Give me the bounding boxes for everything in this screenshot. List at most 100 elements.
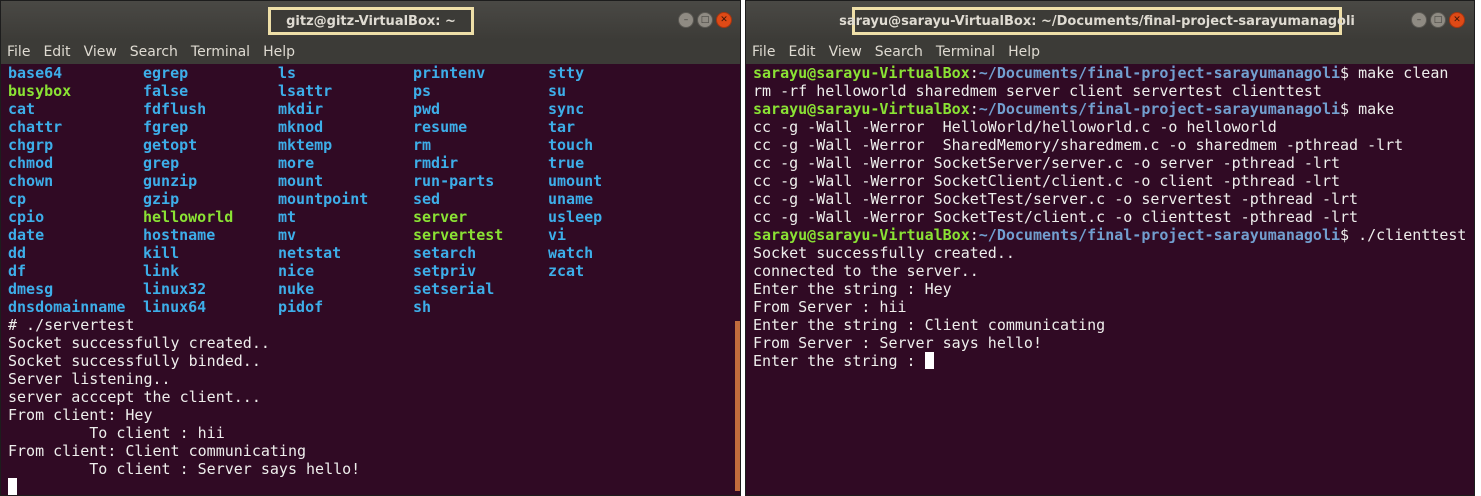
title-bar[interactable]: gitz@gitz-VirtualBox: ~ – □ ✕ [1, 1, 740, 40]
ls-entry: vi [548, 226, 567, 244]
terminal-line: cc -g -Wall -Werror SocketTest/client.c … [753, 208, 1359, 226]
window-title: gitz@gitz-VirtualBox: ~ [268, 7, 474, 35]
ls-entry: usleep [548, 208, 603, 226]
ls-entry: mountpoint [278, 190, 369, 208]
title-bar[interactable]: sarayu@sarayu-VirtualBox: ~/Documents/fi… [746, 1, 1474, 40]
text-cursor [924, 352, 934, 369]
ls-entry: chown [8, 172, 54, 190]
ls-entry: df [8, 262, 27, 280]
terminal-line: Socket successfully created.. [753, 244, 1015, 262]
terminal-line: server acccept the client... [8, 388, 261, 406]
terminal-line: To client : hii [8, 424, 225, 442]
ls-entry: watch [548, 244, 594, 262]
ls-entry: rm [413, 136, 432, 154]
prompt-separator: : [969, 64, 979, 82]
terminal-line: connected to the server.. [753, 262, 979, 280]
ls-entry: mktemp [278, 136, 333, 154]
maximize-icon[interactable]: □ [1430, 12, 1446, 28]
terminal-line: From client: Hey [8, 406, 153, 424]
terminal-line: cc -g -Wall -Werror SocketTest/server.c … [753, 190, 1359, 208]
minimize-icon[interactable]: – [678, 12, 694, 28]
maximize-icon[interactable]: □ [697, 12, 713, 28]
ls-entry [548, 280, 683, 298]
menu-search[interactable]: Search [875, 44, 923, 60]
ls-entry: grep [143, 154, 180, 172]
scrollbar-thumb[interactable] [735, 321, 740, 491]
ls-entry: netstat [278, 244, 342, 262]
ls-entry: umount [548, 172, 603, 190]
menu-help[interactable]: Help [263, 44, 295, 60]
prompt-user: sarayu@sarayu-VirtualBox [753, 226, 970, 244]
input-line[interactable]: Enter the string : [753, 352, 1474, 370]
command-text: $ make [1340, 100, 1395, 118]
menu-terminal[interactable]: Terminal [191, 44, 250, 60]
minimize-icon[interactable]: – [1411, 12, 1427, 28]
ls-entry: tar [548, 118, 576, 136]
ls-entry: gzip [143, 190, 180, 208]
ls-entry: kill [143, 244, 180, 262]
terminal-line: Socket successfully created.. [8, 334, 270, 352]
prompt-path: ~/Documents/final-project-sarayumanagoli [978, 226, 1341, 244]
menu-view[interactable]: View [829, 44, 862, 60]
prompt-user: sarayu@sarayu-VirtualBox [753, 64, 970, 82]
ls-entry: nice [278, 262, 315, 280]
ls-entry: fdflush [143, 100, 207, 118]
window-controls: – □ ✕ [1411, 12, 1465, 28]
close-icon[interactable]: ✕ [716, 12, 732, 28]
ls-entry: cp [8, 190, 27, 208]
ls-entry: pidof [278, 298, 324, 316]
ls-entry: hostname [143, 226, 216, 244]
menu-edit[interactable]: Edit [43, 44, 70, 60]
terminal-line: Enter the string : Hey [753, 280, 952, 298]
ls-listing: base64 egrep ls printenv stty busybox false lsa… [8, 64, 740, 316]
ls-entry: mv [278, 226, 297, 244]
terminal-output[interactable]: sarayu@sarayu-VirtualBox:~/Documents/fin… [746, 64, 1474, 495]
prompt-line: sarayu@sarayu-VirtualBox:~/Documents/fin… [753, 226, 1474, 244]
ls-entry: date [8, 226, 45, 244]
ls-entry: getopt [143, 136, 198, 154]
ls-entry: more [278, 154, 315, 172]
ls-entry: busybox [8, 82, 72, 100]
ls-entry: dnsdomainname [8, 298, 126, 316]
ls-entry: linux32 [143, 280, 207, 298]
ls-entry: sh [413, 298, 432, 316]
menu-help[interactable]: Help [1008, 44, 1040, 60]
prompt-path: ~/Documents/final-project-sarayumanagoli [978, 64, 1341, 82]
terminal-line: From Server : hii [753, 298, 907, 316]
menu-file[interactable]: File [752, 44, 775, 60]
menu-view[interactable]: View [84, 44, 117, 60]
ls-entry: resume [413, 118, 468, 136]
ls-entry: egrep [143, 64, 189, 82]
terminal-line: Enter the string : Client communicating [753, 316, 1106, 334]
ls-entry: mount [278, 172, 324, 190]
menu-edit[interactable]: Edit [788, 44, 815, 60]
terminal-line: Socket successfully binded.. [8, 352, 261, 370]
terminal-line: Server listening.. [8, 370, 171, 388]
terminal-line: # ./servertest [8, 316, 135, 334]
terminal-output[interactable]: base64 egrep ls printenv stty busybox false lsa… [1, 64, 740, 495]
ls-entry: cat [8, 100, 36, 118]
menu-file[interactable]: File [7, 44, 30, 60]
ls-entry: fgrep [143, 118, 189, 136]
ls-entry: zcat [548, 262, 585, 280]
ls-entry: setarch [413, 244, 477, 262]
ls-entry [548, 298, 683, 316]
ls-entry: lsattr [278, 82, 333, 100]
ls-entry: ls [278, 64, 297, 82]
server-output: # ./servertest Socket successfully create… [8, 316, 740, 478]
ls-entry: false [143, 82, 189, 100]
prompt-path: ~/Documents/final-project-sarayumanagoli [978, 100, 1341, 118]
ls-entry: mt [278, 208, 297, 226]
ls-entry: run-parts [413, 172, 495, 190]
close-icon[interactable]: ✕ [1449, 12, 1465, 28]
prompt-line: sarayu@sarayu-VirtualBox:~/Documents/fin… [753, 100, 1474, 118]
ls-entry: uname [548, 190, 594, 208]
menu-terminal[interactable]: Terminal [936, 44, 995, 60]
ls-entry: sed [413, 190, 441, 208]
menu-search[interactable]: Search [130, 44, 178, 60]
text-cursor [8, 478, 17, 495]
terminal-window-left: gitz@gitz-VirtualBox: ~ – □ ✕ File Edit … [0, 0, 741, 496]
ls-entry: base64 [8, 64, 63, 82]
input-line[interactable] [8, 478, 740, 495]
ls-entry: setserial [413, 280, 495, 298]
